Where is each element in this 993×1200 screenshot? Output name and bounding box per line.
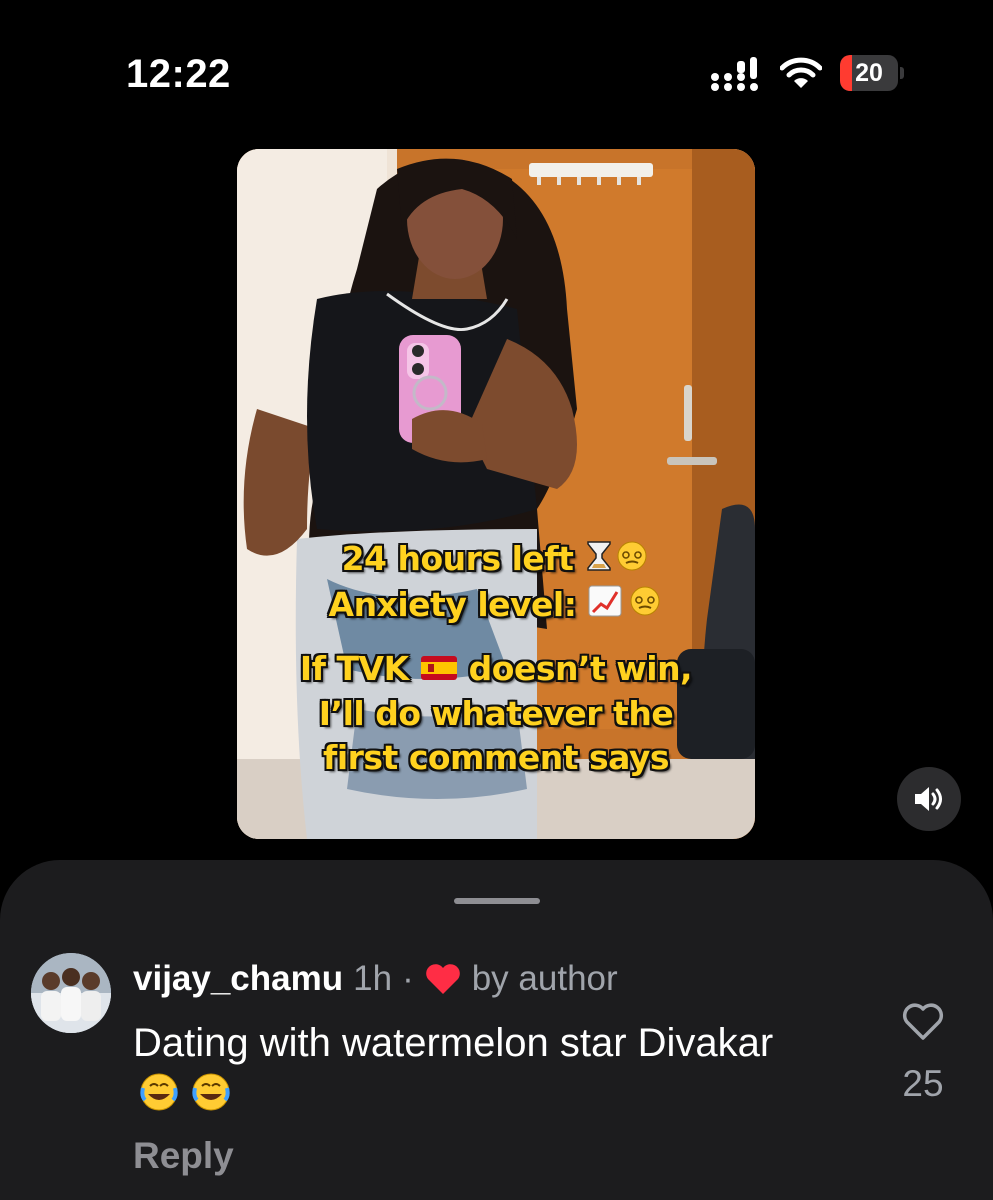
- video-preview[interactable]: 24 hours left Anxiety level: If TVK does…: [237, 149, 755, 839]
- caption-line-3b-text: doesn’t win,: [468, 648, 693, 688]
- comment-username[interactable]: vijay_chamu: [133, 959, 343, 999]
- caption-line-4: I’ll do whatever the: [318, 694, 674, 733]
- signal-icon: [711, 57, 758, 91]
- caption-line-3-text: If TVK: [299, 648, 409, 688]
- battery-body: 20: [840, 55, 898, 91]
- caption-line-5: first comment says: [322, 738, 670, 777]
- avatar-image: [31, 953, 111, 1033]
- comment-text-content: Dating with watermelon star Divakar: [133, 1021, 774, 1065]
- caption-line-2: Anxiety level:: [237, 583, 755, 629]
- like-count: 25: [902, 1063, 944, 1104]
- by-author-label: by author: [471, 959, 618, 998]
- reply-button[interactable]: Reply: [133, 1135, 234, 1177]
- author-heart-icon: [425, 964, 460, 994]
- caption-line-1-text: 24 hours left: [341, 539, 574, 578]
- comment-time: 1h: [353, 959, 393, 998]
- chart-increasing-icon: [587, 584, 663, 629]
- flag-icon: [420, 648, 458, 692]
- separator-dot: ·: [402, 959, 414, 998]
- laughing-emoji-icon: [139, 1072, 233, 1126]
- heart-outline-icon[interactable]: [902, 1002, 944, 1042]
- caption-line-3: If TVK doesn’t win,: [237, 647, 755, 693]
- avatar[interactable]: [31, 953, 111, 1033]
- status-time: 12:22: [126, 52, 231, 96]
- speaker-icon: [915, 787, 942, 811]
- wifi-icon: [780, 57, 822, 88]
- hourglass-icon: [584, 539, 650, 583]
- comment-header: vijay_chamu 1h · by author: [133, 957, 618, 1001]
- caption-line-2-text: Anxiety level:: [328, 584, 577, 624]
- battery-level: 20: [855, 59, 883, 87]
- screen: 12:22 20 24 hours left Anxiety level: If…: [0, 0, 993, 1200]
- caption-line-1: 24 hours left: [237, 537, 755, 583]
- battery-indicator: 20: [840, 55, 904, 91]
- sheet-drag-handle[interactable]: [454, 898, 540, 904]
- battery-cap: [900, 67, 904, 79]
- volume-toggle-button[interactable]: [897, 767, 961, 831]
- comment-text: Dating with watermelon star Divakar: [133, 1016, 853, 1126]
- video-caption: 24 hours left Anxiety level: If TVK does…: [237, 537, 755, 780]
